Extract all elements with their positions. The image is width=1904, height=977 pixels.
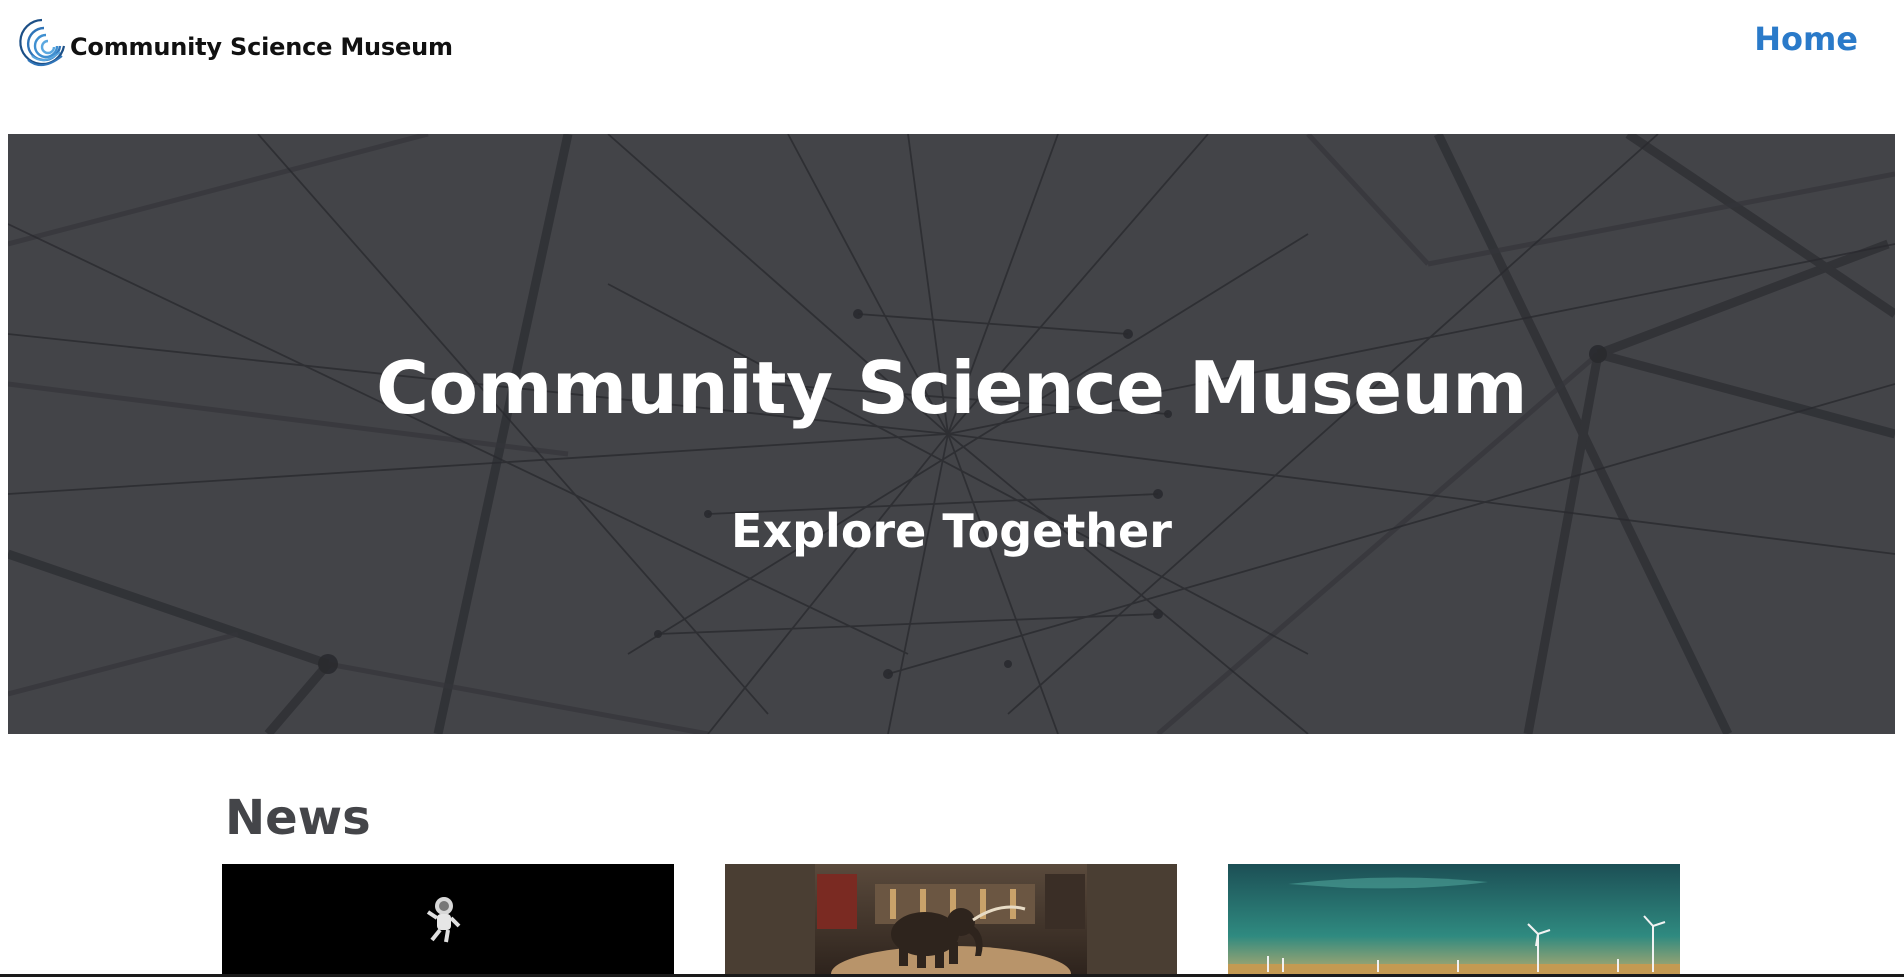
- page: Community Science Museum Home Community …: [0, 0, 1904, 977]
- wind-turbines-image: [1228, 864, 1680, 977]
- news-card-astronaut[interactable]: [222, 864, 674, 977]
- spiral-logo-icon[interactable]: [18, 16, 68, 76]
- hero-banner: Community Science Museum Explore Togethe…: [8, 134, 1895, 734]
- news-card-wind-turbines[interactable]: [1228, 864, 1680, 977]
- news-card-museum[interactable]: [725, 864, 1177, 977]
- news-heading: News: [225, 790, 371, 846]
- site-name[interactable]: Community Science Museum: [70, 33, 453, 61]
- nav-home-link[interactable]: Home: [1754, 20, 1858, 58]
- site-header: Community Science Museum Home: [0, 0, 1904, 134]
- hero-overlay: [8, 134, 1895, 734]
- astronaut-image: [222, 864, 674, 977]
- museum-elephant-image: [725, 864, 1177, 977]
- hero-subtitle: Explore Together: [731, 504, 1172, 558]
- hero-title: Community Science Museum: [376, 346, 1527, 430]
